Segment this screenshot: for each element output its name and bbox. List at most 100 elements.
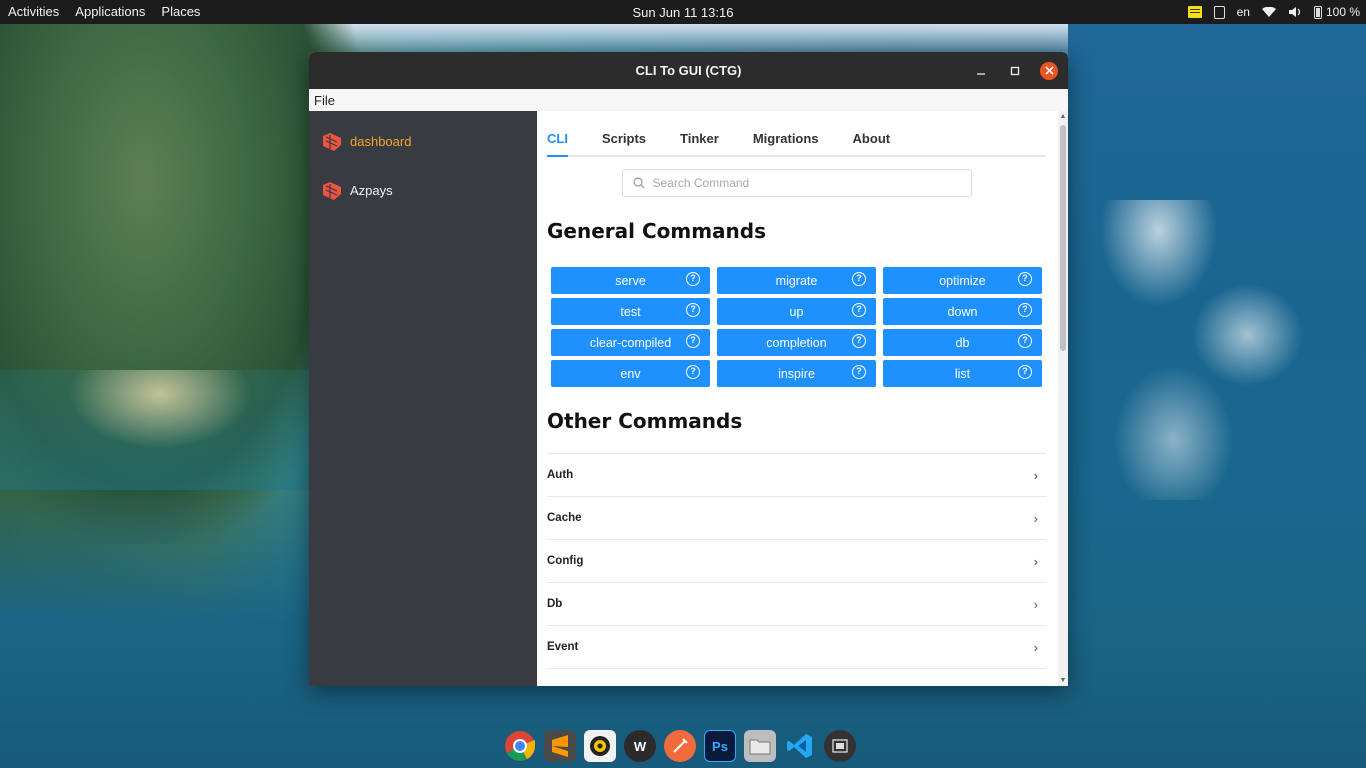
system-tray: en 100 %	[1187, 0, 1360, 24]
folder-logo	[749, 739, 771, 755]
help-icon[interactable]: ?	[686, 303, 700, 317]
accordion-label: Auth	[547, 469, 574, 481]
help-icon[interactable]: ?	[852, 334, 866, 348]
wps-icon[interactable]: W	[624, 730, 656, 762]
command-label: up	[789, 304, 804, 319]
help-icon[interactable]: ?	[852, 272, 866, 286]
chevron-right-icon: ›	[1033, 510, 1038, 526]
notes-icon[interactable]	[1187, 6, 1202, 18]
command-serve-button[interactable]: serve?	[551, 267, 710, 294]
scroll-up-icon[interactable]: ▲	[1058, 113, 1068, 120]
accordion-label: Config	[547, 555, 584, 567]
gnome-top-bar: Activities Applications Places Sun Jun 1…	[0, 0, 1366, 24]
command-down-button[interactable]: down?	[883, 298, 1042, 325]
accordion-item-auth[interactable]: Auth ›	[547, 454, 1046, 497]
window-title: CLI To GUI (CTG)	[635, 63, 742, 78]
battery-icon	[1313, 5, 1322, 19]
sidebar-item-azpays[interactable]: Azpays	[309, 166, 537, 215]
battery-percent: 100 %	[1325, 5, 1360, 19]
scrollbar-thumb[interactable]	[1060, 125, 1066, 351]
postman-logo	[673, 738, 688, 753]
screenshot-icon[interactable]	[824, 730, 856, 762]
command-clear-compiled-button[interactable]: clear-compiled?	[551, 329, 710, 356]
command-optimize-button[interactable]: optimize?	[883, 267, 1042, 294]
battery-indicator[interactable]: 100 %	[1313, 5, 1360, 19]
chevron-right-icon: ›	[1033, 639, 1038, 655]
tab-scripts[interactable]: Scripts	[602, 130, 646, 155]
command-db-button[interactable]: db?	[883, 329, 1042, 356]
command-migrate-button[interactable]: migrate?	[717, 267, 876, 294]
postman-icon[interactable]	[664, 730, 696, 762]
tab-tinker[interactable]: Tinker	[680, 130, 719, 155]
language-indicator[interactable]: en	[1237, 5, 1250, 19]
minimize-button[interactable]	[972, 62, 990, 80]
help-icon[interactable]: ?	[1018, 365, 1032, 379]
maximize-icon	[1010, 66, 1020, 75]
screen-logo	[832, 739, 848, 753]
sidebar-item-dashboard[interactable]: dashboard	[309, 117, 537, 166]
scroll-down-icon[interactable]: ▼	[1058, 677, 1068, 684]
command-label: test	[620, 304, 641, 319]
command-label: db	[955, 335, 970, 350]
laravel-icon	[323, 181, 341, 200]
other-commands-list: Auth › Cache › Config › Db › Event ›	[547, 453, 1046, 669]
files-icon[interactable]	[744, 730, 776, 762]
help-icon[interactable]: ?	[686, 365, 700, 379]
search-box	[621, 169, 972, 197]
minimize-icon	[977, 72, 985, 75]
command-label: down	[947, 304, 978, 319]
applications-menu[interactable]: Applications	[67, 0, 153, 24]
clock[interactable]: Sun Jun 11 13:16	[633, 5, 734, 20]
search-input[interactable]	[652, 176, 971, 190]
main-content: CLI Scripts Tinker Migrations About Gene…	[537, 111, 1068, 686]
command-inspire-button[interactable]: inspire?	[717, 360, 876, 387]
sidebar-item-label: Azpays	[350, 183, 393, 198]
places-menu[interactable]: Places	[153, 0, 208, 24]
chrome-logo	[505, 731, 535, 761]
window-titlebar[interactable]: CLI To GUI (CTG)	[309, 52, 1068, 89]
photoshop-label: Ps	[712, 738, 728, 754]
command-label: serve	[615, 273, 646, 288]
accordion-item-cache[interactable]: Cache ›	[547, 497, 1046, 540]
help-icon[interactable]: ?	[852, 365, 866, 379]
help-icon[interactable]: ?	[1018, 303, 1032, 317]
chevron-right-icon: ›	[1033, 553, 1038, 569]
wifi-icon[interactable]	[1261, 7, 1276, 17]
wallpaper-beach	[0, 370, 320, 490]
tab-about[interactable]: About	[853, 130, 891, 155]
tab-migrations[interactable]: Migrations	[753, 130, 819, 155]
vscode-icon[interactable]	[784, 730, 816, 762]
help-icon[interactable]: ?	[852, 303, 866, 317]
volume-icon[interactable]	[1288, 6, 1302, 18]
help-icon[interactable]: ?	[1018, 334, 1032, 348]
maximize-button[interactable]	[1006, 62, 1024, 80]
help-icon[interactable]: ?	[686, 334, 700, 348]
main-scrollbar[interactable]: ▲ ▼	[1058, 111, 1068, 686]
chrome-icon[interactable]	[504, 730, 536, 762]
photoshop-icon[interactable]: Ps	[704, 730, 736, 762]
dock: W Ps	[504, 726, 856, 766]
project-sidebar: dashboard Azpays	[309, 111, 537, 686]
command-list-button[interactable]: list?	[883, 360, 1042, 387]
search-icon	[632, 177, 644, 189]
command-up-button[interactable]: up?	[717, 298, 876, 325]
command-label: migrate	[775, 273, 818, 288]
help-icon[interactable]: ?	[686, 272, 700, 286]
accordion-label: Event	[547, 641, 579, 653]
tab-cli[interactable]: CLI	[547, 130, 568, 157]
close-button[interactable]	[1040, 61, 1058, 80]
clipboard-icon[interactable]	[1213, 5, 1225, 19]
accordion-item-event[interactable]: Event ›	[547, 626, 1046, 669]
sublime-icon[interactable]	[544, 730, 576, 762]
accordion-item-db[interactable]: Db ›	[547, 583, 1046, 626]
help-icon[interactable]: ?	[1018, 272, 1032, 286]
wallpaper-waves	[1070, 200, 1366, 500]
command-env-button[interactable]: env?	[551, 360, 710, 387]
activities-button[interactable]: Activities	[0, 0, 67, 24]
rhythmbox-icon[interactable]	[584, 730, 616, 762]
command-test-button[interactable]: test?	[551, 298, 710, 325]
speaker-logo	[590, 736, 610, 756]
command-completion-button[interactable]: completion?	[717, 329, 876, 356]
accordion-item-config[interactable]: Config ›	[547, 540, 1046, 583]
menu-file[interactable]: File	[314, 93, 335, 108]
